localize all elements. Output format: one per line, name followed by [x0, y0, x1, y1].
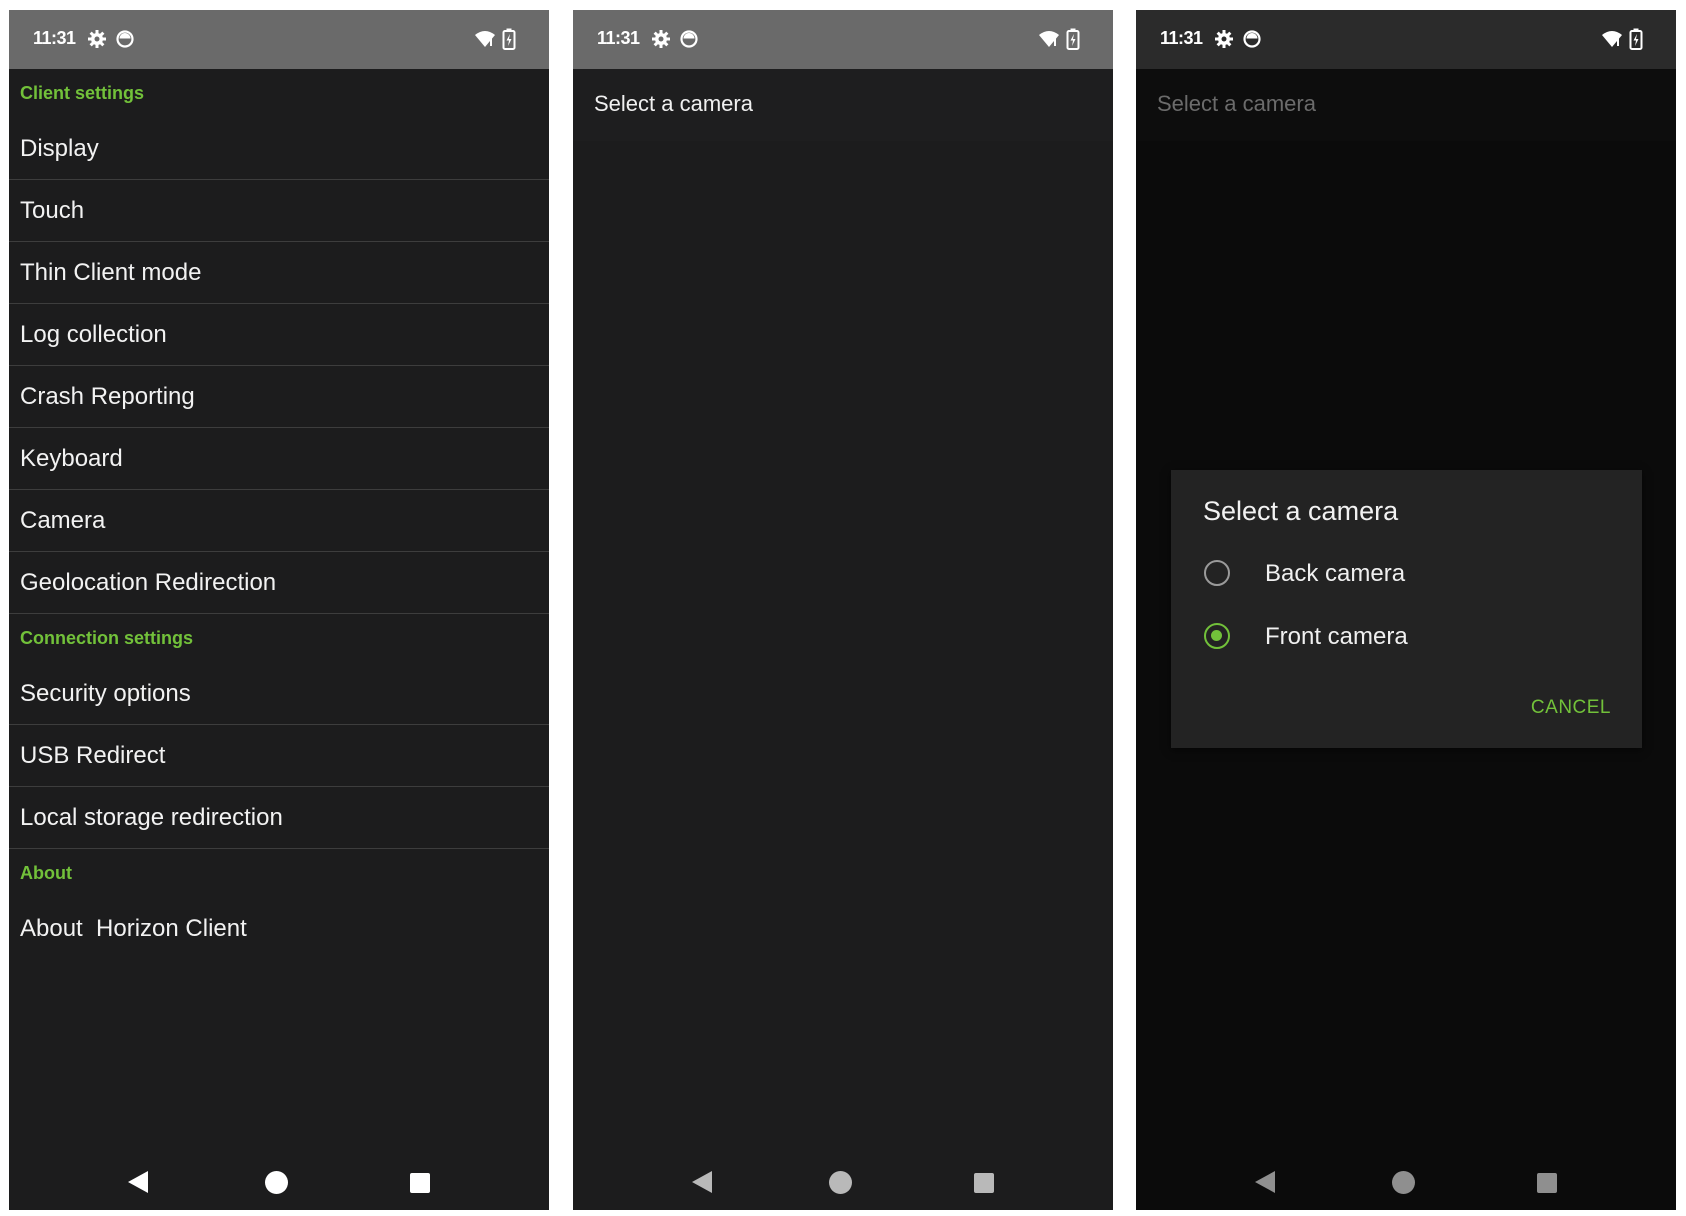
navigation-bar	[1136, 1150, 1676, 1210]
setting-item-about-horizon-client[interactable]: About Horizon Client	[9, 898, 549, 960]
back-icon[interactable]	[1254, 1170, 1276, 1194]
select-camera-label: Select a camera	[594, 91, 753, 116]
home-icon[interactable]	[1392, 1171, 1415, 1194]
battery-icon	[502, 28, 516, 50]
cancel-button[interactable]: CANCEL	[1531, 697, 1611, 719]
sync-icon	[1243, 30, 1261, 48]
radio-checked-icon[interactable]	[1204, 623, 1230, 649]
back-icon[interactable]	[127, 1170, 149, 1194]
setting-item-display[interactable]: Display	[9, 118, 549, 180]
dialog-title: Select a camera	[1203, 496, 1399, 526]
setting-item-log-collection[interactable]: Log collection	[9, 304, 549, 366]
radio-option-front-camera[interactable]: Front camera	[1201, 617, 1621, 657]
section-header-connection-settings: Connection settings	[20, 628, 194, 648]
recent-apps-icon[interactable]	[974, 1173, 994, 1193]
select-camera-dialog: Select a camera Back camera Front camera…	[1171, 470, 1642, 748]
setting-item-thin-client-mode[interactable]: Thin Client mode	[9, 242, 549, 304]
gear-icon	[1215, 30, 1233, 48]
navigation-bar	[573, 1150, 1113, 1210]
select-camera-label: Select a camera	[1157, 91, 1316, 116]
sync-icon	[680, 30, 698, 48]
recent-apps-icon[interactable]	[1537, 1173, 1557, 1193]
status-time: 11:31	[597, 28, 640, 48]
home-icon[interactable]	[829, 1171, 852, 1194]
select-camera-row[interactable]: Select a camera	[573, 69, 1113, 141]
select-camera-row: Select a camera	[1136, 69, 1676, 141]
camera-dialog-screen: 11:31 Select a camera Select a camera Ba…	[1136, 10, 1676, 1210]
radio-dot	[1211, 630, 1222, 641]
home-icon[interactable]	[265, 1171, 288, 1194]
gear-icon	[652, 30, 670, 48]
setting-item-local-storage-redirection[interactable]: Local storage redirection	[9, 787, 549, 849]
setting-item-touch[interactable]: Touch	[9, 180, 549, 242]
settings-list: Client settings Display Touch Thin Clien…	[9, 69, 549, 960]
settings-screen: 11:31 Client settings Display Touch Thin…	[9, 10, 549, 1210]
battery-icon	[1629, 28, 1643, 50]
status-time: 11:31	[1160, 28, 1203, 48]
camera-screen: 11:31 Select a camera	[573, 10, 1113, 1210]
wifi-icon	[1602, 31, 1622, 47]
status-bar: 11:31	[9, 10, 549, 69]
section-header-about: About	[20, 863, 72, 883]
radio-option-back-camera[interactable]: Back camera	[1201, 554, 1621, 594]
status-bar: 11:31	[573, 10, 1113, 69]
radio-unchecked-icon[interactable]	[1204, 560, 1230, 586]
navigation-bar	[9, 1150, 549, 1210]
setting-item-keyboard[interactable]: Keyboard	[9, 428, 549, 490]
setting-item-crash-reporting[interactable]: Crash Reporting	[9, 366, 549, 428]
status-bar: 11:31	[1136, 10, 1676, 69]
gear-icon	[88, 30, 106, 48]
radio-label: Front camera	[1265, 623, 1408, 650]
status-time: 11:31	[33, 28, 76, 48]
wifi-icon	[1039, 31, 1059, 47]
sync-icon	[116, 30, 134, 48]
recent-apps-icon[interactable]	[410, 1173, 430, 1193]
radio-label: Back camera	[1265, 560, 1406, 587]
back-icon[interactable]	[691, 1170, 713, 1194]
section-header-client-settings: Client settings	[20, 83, 145, 103]
wifi-icon	[475, 31, 495, 47]
battery-icon	[1066, 28, 1080, 50]
setting-item-security-options[interactable]: Security options	[9, 663, 549, 725]
setting-item-usb-redirect[interactable]: USB Redirect	[9, 725, 549, 787]
setting-item-geolocation-redirection[interactable]: Geolocation Redirection	[9, 552, 549, 614]
setting-item-camera[interactable]: Camera	[9, 490, 549, 552]
